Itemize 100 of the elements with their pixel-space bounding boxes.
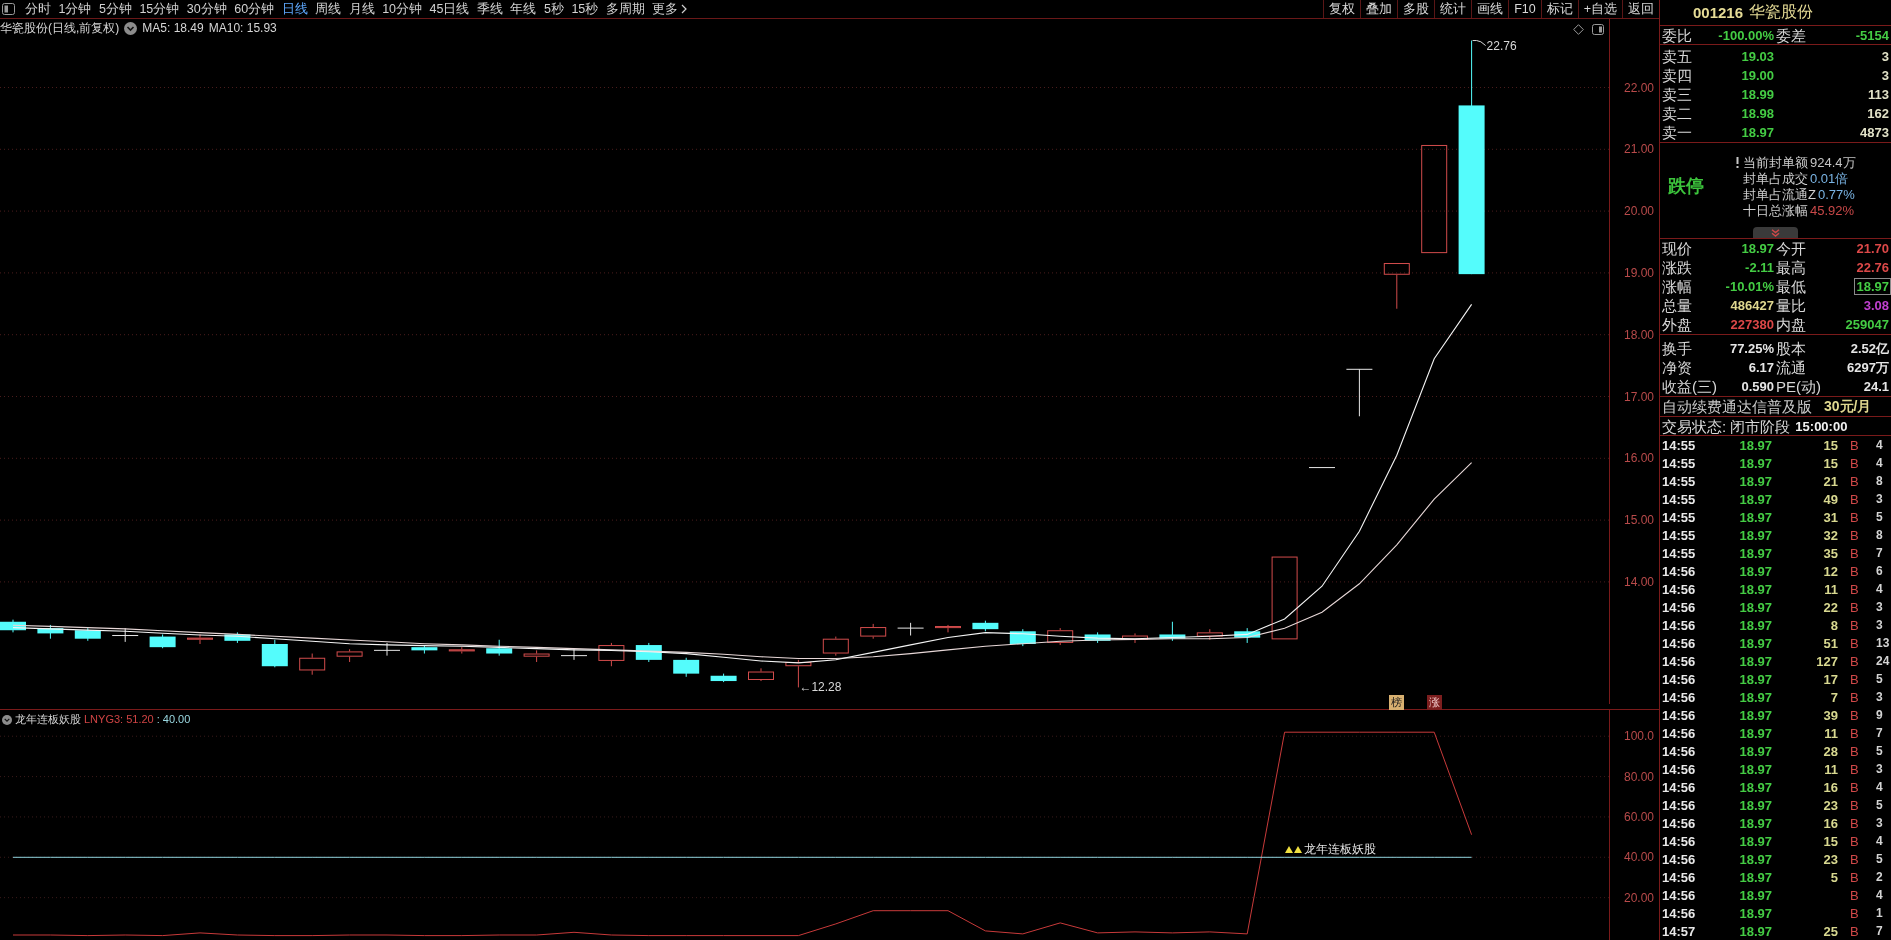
tick-side: B [1850,887,1859,903]
quote-value: -5154 [1854,26,1890,44]
price-axis-label: 21.00 [1623,142,1654,157]
period-tab[interactable]: 周线 [315,0,342,18]
tick-volume: 11 [1824,725,1838,741]
period-tab[interactable]: 60分钟 [234,0,275,18]
toolbar-button[interactable]: 返回 [1622,0,1659,18]
quote-label: 委比 [1662,26,1692,44]
toolbar-button[interactable]: 复权 [1323,0,1361,18]
chart-marker: 榜 [1389,695,1405,710]
tick-cell: 7 [1876,923,1883,939]
toolbar-button[interactable]: F10 [1508,0,1541,18]
dropdown-icon[interactable] [124,22,138,35]
tick-side: B [1850,815,1859,831]
candle [1234,627,1261,644]
candle [748,667,774,682]
candle [74,627,101,642]
tick-time: 14:56 [1662,653,1696,669]
period-tab[interactable]: 30分钟 [186,0,227,18]
tick-time: 14:56 [1662,815,1696,831]
collapse-button[interactable] [1753,227,1798,238]
promo-link[interactable]: 自动续费通达信普及版 [1662,398,1812,415]
tick-time: 14:56 [1662,761,1696,777]
period-tab[interactable]: 日线 [281,0,308,18]
quote-value: 259047 [1844,316,1890,333]
ask-volume: 4873 [1859,124,1890,141]
quote-label: 股本 [1776,340,1806,357]
limit-stat-label: 封单占流通Z [1743,186,1816,202]
tick-side: B [1850,473,1859,489]
price-axis-label: 22.00 [1623,80,1654,95]
tick-side: B [1850,743,1859,759]
tick-time: 14:55 [1662,509,1696,525]
candle [373,642,401,657]
period-tab[interactable]: 10分钟 [382,0,423,18]
tick-side: B [1850,779,1859,795]
tick-cell: 5 [1876,851,1883,867]
limit-stat-label: 十日总涨幅 [1743,202,1808,218]
ask-volume: 3 [1880,67,1890,84]
limit-stat-value: 45.92% [1810,202,1855,218]
tick-side: B [1850,725,1859,741]
tick-volume: 15 [1823,455,1838,471]
tick-cell: 4 [1876,437,1883,453]
toolbar-button[interactable]: 叠加 [1360,0,1398,18]
leader-line [1472,40,1487,47]
candle [673,657,700,678]
period-tab[interactable]: 5分钟 [98,0,132,18]
value-axis-label: 40.00 [1623,850,1654,865]
toolbar-button[interactable]: +自选 [1577,0,1622,18]
tick-side: B [1850,833,1859,849]
period-tab[interactable]: 15分钟 [139,0,180,18]
period-tab[interactable]: 季线 [476,0,503,18]
tick-time: 14:56 [1662,599,1696,615]
tick-time: 14:55 [1662,437,1696,453]
tick-price: 18.97 [1739,797,1772,813]
dropdown-icon[interactable] [2,714,12,725]
toolbar-button[interactable]: 画线 [1471,0,1509,18]
period-tab[interactable]: 15秒 [571,0,599,18]
tick-price: 18.97 [1739,779,1772,795]
ask-label: 卖二 [1662,105,1692,122]
period-tab[interactable]: 1分钟 [58,0,92,18]
toolbar-button[interactable]: 标记 [1540,0,1578,18]
candle [523,649,550,663]
more-button[interactable]: 更多 [652,0,688,18]
candle [1084,631,1111,644]
period-tab[interactable]: 月线 [348,0,375,18]
period-tab[interactable]: 5秒 [543,0,564,18]
period-tab[interactable]: 年线 [510,0,537,18]
diamond-icon[interactable] [1573,24,1584,35]
candle [1345,368,1373,417]
candle [598,642,625,667]
toolbar-button[interactable]: 多股 [1397,0,1435,18]
tick-cell: 6 [1876,563,1883,579]
tick-time: 14:55 [1662,491,1696,507]
quote-label: 流通 [1776,359,1806,376]
candle [822,636,849,657]
period-tab[interactable]: 45日线 [429,0,470,18]
price-label: ←12.28 [799,680,842,695]
toolbar-button[interactable]: 统计 [1434,0,1472,18]
candle [299,653,326,676]
period-tab[interactable]: 多周期 [605,0,645,18]
moving-average-label: MA5: 18.49 [142,21,204,36]
tick-side: B [1850,905,1859,921]
panel-toggle-icon[interactable] [1592,24,1604,35]
tick-price: 18.97 [1739,851,1772,867]
value-axis-label: 100.0 [1623,729,1654,744]
sidebar-toggle-icon[interactable] [2,3,15,15]
tick-side: B [1850,581,1859,597]
tick-volume: 5 [1830,869,1838,885]
ask-volume: 3 [1880,48,1890,65]
tick-time: 14:56 [1662,707,1696,723]
tick-time: 14:56 [1662,779,1696,795]
tick-volume: 32 [1823,527,1838,543]
price-label: 22.76 [1486,38,1517,53]
period-tab[interactable]: 分时 [25,0,51,18]
candle [411,644,438,654]
candle [710,673,737,683]
tick-volume: 51 [1823,635,1838,651]
tick-cell: 4 [1876,581,1883,597]
tick-volume: 22 [1823,599,1838,615]
quote-label: 最高 [1776,259,1806,276]
